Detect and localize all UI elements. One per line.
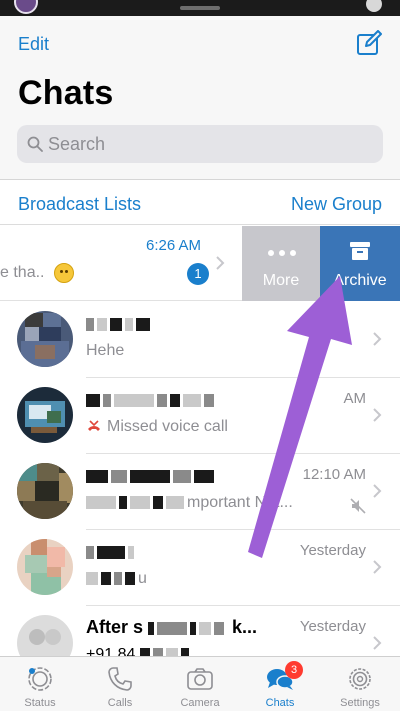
chevron-right-icon (216, 256, 225, 270)
chat-preview: mportant Not... (187, 494, 293, 511)
tab-camera[interactable]: Camera (160, 657, 240, 711)
chat-row[interactable]: AM Missed voice call (0, 378, 400, 454)
edit-button[interactable]: Edit (18, 34, 49, 55)
chat-row[interactable]: Yesterday u (0, 530, 400, 606)
tab-label: Status (24, 697, 56, 709)
chat-preview-wrap: Missed voice call (86, 418, 228, 436)
chat-time: 6:26 AM (146, 237, 202, 254)
status-indicator (366, 0, 382, 12)
tab-chats[interactable]: 3 Chats (240, 657, 320, 711)
chats-header: Edit Chats Search (0, 16, 400, 180)
chevron-right-icon (373, 636, 382, 650)
chat-preview-wrap: mportant Not... (86, 494, 293, 512)
smiley-emoji-icon (54, 263, 74, 283)
chat-row[interactable]: After s k... Yesterday +91 84 (0, 606, 400, 656)
chevron-right-icon (373, 332, 382, 346)
chevron-right-icon (373, 484, 382, 498)
tab-label: Settings (340, 697, 380, 709)
chat-name: After s k... (86, 617, 257, 638)
search-input[interactable]: Search (17, 125, 383, 163)
chat-time: Yesterday (299, 618, 366, 635)
new-group-link[interactable]: New Group (291, 194, 382, 215)
search-placeholder: Search (48, 134, 106, 154)
page-title: Chats (18, 74, 114, 112)
archive-action-button[interactable]: Archive (320, 226, 400, 301)
archive-icon (350, 242, 370, 260)
gear-icon (349, 668, 371, 690)
status-strip (0, 0, 400, 16)
chat-list: e tha.. 6:26 AM 1 More Archive Hehe AM M… (0, 226, 400, 656)
chat-name-start: After s (86, 617, 144, 637)
search-icon (27, 136, 43, 152)
compose-icon[interactable] (356, 30, 382, 56)
chat-name (86, 389, 217, 410)
avatar (17, 539, 73, 595)
status-icon (28, 667, 52, 691)
chat-preview: u (138, 570, 147, 587)
chat-preview: Hehe (86, 342, 125, 359)
chat-preview-wrap: +91 84 (86, 646, 192, 656)
chat-time: 12:10 AM (302, 466, 366, 483)
list-actions-row: Broadcast Lists New Group (0, 181, 400, 225)
chat-name (86, 465, 217, 486)
unread-badge: 1 (187, 263, 209, 285)
avatar (17, 463, 73, 519)
tab-label: Chats (265, 697, 295, 709)
story-avatar (14, 0, 38, 14)
tab-label: Calls (107, 697, 133, 709)
chat-preview: +91 84 (86, 646, 136, 656)
avatar (17, 311, 73, 367)
muted-icon (350, 498, 366, 514)
tab-status[interactable]: Status (0, 657, 80, 711)
tab-label: Camera (180, 697, 220, 709)
more-dots-icon (268, 250, 296, 256)
chat-row[interactable]: 12:10 AM mportant Not... (0, 454, 400, 530)
missed-call-icon (88, 420, 100, 431)
chat-name (86, 313, 153, 334)
phone-icon (108, 667, 132, 691)
tab-settings[interactable]: Settings (320, 657, 400, 711)
avatar (17, 387, 73, 443)
broadcast-lists-link[interactable]: Broadcast Lists (18, 194, 141, 215)
camera-icon (187, 668, 213, 690)
archive-action-label: Archive (333, 272, 387, 289)
tab-calls[interactable]: Calls (80, 657, 160, 711)
chat-row[interactable]: Hehe (0, 302, 400, 378)
chat-time: AM (343, 390, 367, 407)
tab-bar: Status Calls Camera 3 Chats Settings (0, 656, 400, 711)
chat-preview-wrap: u (86, 570, 147, 588)
chat-row-swiped[interactable]: e tha.. 6:26 AM 1 More Archive (0, 226, 400, 301)
chat-preview: Missed voice call (107, 418, 228, 435)
chevron-right-icon (373, 560, 382, 574)
drag-handle[interactable] (180, 6, 220, 10)
chat-name-end: k... (232, 617, 258, 637)
chevron-right-icon (373, 408, 382, 422)
chat-time: Yesterday (299, 542, 366, 559)
avatar (17, 615, 73, 656)
chat-name (86, 541, 137, 562)
more-action-label: More (262, 272, 300, 289)
chats-unread-badge: 3 (285, 661, 303, 679)
chat-preview: e tha.. (0, 264, 45, 281)
more-action-button[interactable]: More (242, 226, 320, 301)
